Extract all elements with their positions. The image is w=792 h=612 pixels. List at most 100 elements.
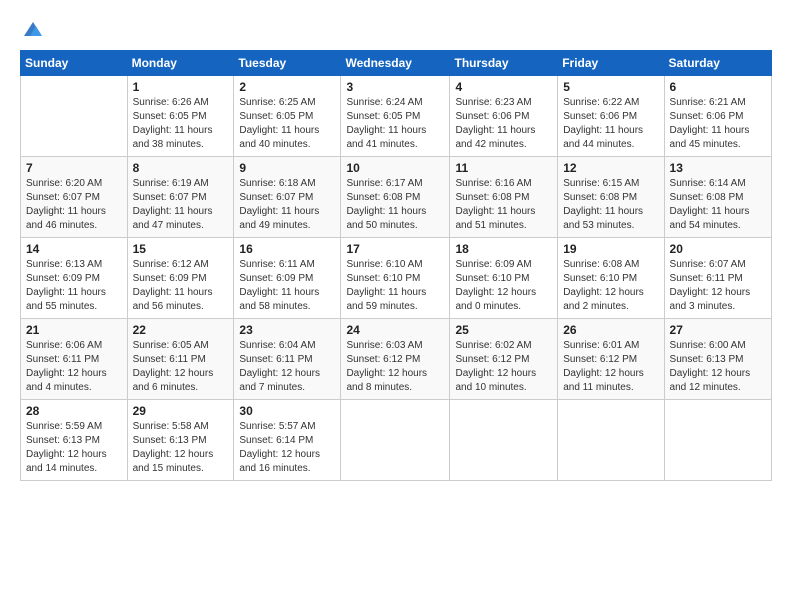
day-number: 28 [26,404,122,418]
day-info: Sunrise: 6:24 AM Sunset: 6:05 PM Dayligh… [346,96,444,152]
day-info: Sunrise: 6:08 AM Sunset: 6:10 PM Dayligh… [563,258,658,314]
day-info: Sunrise: 6:16 AM Sunset: 6:08 PM Dayligh… [455,177,552,233]
calendar-cell: 15 Sunrise: 6:12 AM Sunset: 6:09 PM Dayli… [127,238,234,319]
day-info: Sunrise: 5:58 AM Sunset: 6:13 PM Dayligh… [133,420,229,476]
day-number: 30 [239,404,335,418]
day-number: 12 [563,161,658,175]
calendar-cell: 7Sunrise: 6:20 AM Sunset: 6:07 PM Daylig… [21,157,128,238]
calendar-cell: 8Sunrise: 6:19 AM Sunset: 6:07 PM Daylig… [127,157,234,238]
day-number: 4 [455,80,552,94]
calendar-cell: 12 Sunrise: 6:15 AM Sunset: 6:08 PM Dayli… [558,157,664,238]
day-number: 15 [133,242,229,256]
day-info: Sunrise: 6:23 AM Sunset: 6:06 PM Dayligh… [455,96,552,152]
day-info: Sunrise: 6:22 AM Sunset: 6:06 PM Dayligh… [563,96,658,152]
day-number: 19 [563,242,658,256]
day-info: Sunrise: 6:02 AM Sunset: 6:12 PM Dayligh… [455,339,552,395]
logo [20,18,44,40]
day-info: Sunrise: 6:05 AM Sunset: 6:11 PM Dayligh… [133,339,229,395]
calendar-cell: 27 Sunrise: 6:00 AM Sunset: 6:13 PM Dayli… [664,319,771,400]
calendar-cell [558,400,664,481]
day-info: Sunrise: 5:59 AM Sunset: 6:13 PM Dayligh… [26,420,122,476]
calendar-week-row: 7Sunrise: 6:20 AM Sunset: 6:07 PM Daylig… [21,157,772,238]
day-number: 18 [455,242,552,256]
day-info: Sunrise: 6:04 AM Sunset: 6:11 PM Dayligh… [239,339,335,395]
day-info: Sunrise: 6:13 AM Sunset: 6:09 PM Dayligh… [26,258,122,314]
day-number: 24 [346,323,444,337]
calendar-cell: 13 Sunrise: 6:14 AM Sunset: 6:08 PM Dayli… [664,157,771,238]
day-info: Sunrise: 6:26 AM Sunset: 6:05 PM Dayligh… [133,96,229,152]
weekday-header: Wednesday [341,51,450,76]
weekday-header: Friday [558,51,664,76]
day-number: 26 [563,323,658,337]
day-info: Sunrise: 6:18 AM Sunset: 6:07 PM Dayligh… [239,177,335,233]
day-info: Sunrise: 5:57 AM Sunset: 6:14 PM Dayligh… [239,420,335,476]
calendar-week-row: 1 Sunrise: 6:26 AM Sunset: 6:05 PM Daylig… [21,76,772,157]
calendar-cell: 1 Sunrise: 6:26 AM Sunset: 6:05 PM Daylig… [127,76,234,157]
day-info: Sunrise: 6:17 AM Sunset: 6:08 PM Dayligh… [346,177,444,233]
weekday-header: Saturday [664,51,771,76]
day-info: Sunrise: 6:11 AM Sunset: 6:09 PM Dayligh… [239,258,335,314]
day-info: Sunrise: 6:03 AM Sunset: 6:12 PM Dayligh… [346,339,444,395]
day-info: Sunrise: 6:00 AM Sunset: 6:13 PM Dayligh… [670,339,766,395]
day-number: 9 [239,161,335,175]
day-info: Sunrise: 6:20 AM Sunset: 6:07 PM Dayligh… [26,177,122,233]
day-info: Sunrise: 6:01 AM Sunset: 6:12 PM Dayligh… [563,339,658,395]
day-number: 13 [670,161,766,175]
calendar-cell: 2 Sunrise: 6:25 AM Sunset: 6:05 PM Daylig… [234,76,341,157]
calendar-cell: 18 Sunrise: 6:09 AM Sunset: 6:10 PM Dayli… [450,238,558,319]
header [20,18,772,40]
calendar-cell: 30 Sunrise: 5:57 AM Sunset: 6:14 PM Dayli… [234,400,341,481]
day-info: Sunrise: 6:12 AM Sunset: 6:09 PM Dayligh… [133,258,229,314]
calendar-cell: 23 Sunrise: 6:04 AM Sunset: 6:11 PM Dayli… [234,319,341,400]
weekday-header: Thursday [450,51,558,76]
calendar-cell [664,400,771,481]
day-info: Sunrise: 6:15 AM Sunset: 6:08 PM Dayligh… [563,177,658,233]
day-info: Sunrise: 6:06 AM Sunset: 6:11 PM Dayligh… [26,339,122,395]
calendar-cell: 28 Sunrise: 5:59 AM Sunset: 6:13 PM Dayli… [21,400,128,481]
page: SundayMondayTuesdayWednesdayThursdayFrid… [0,0,792,612]
calendar-cell: 6 Sunrise: 6:21 AM Sunset: 6:06 PM Daylig… [664,76,771,157]
weekday-header: Sunday [21,51,128,76]
calendar-cell [450,400,558,481]
day-number: 25 [455,323,552,337]
day-number: 2 [239,80,335,94]
day-info: Sunrise: 6:07 AM Sunset: 6:11 PM Dayligh… [670,258,766,314]
day-number: 6 [670,80,766,94]
calendar-cell: 16 Sunrise: 6:11 AM Sunset: 6:09 PM Dayli… [234,238,341,319]
calendar-cell: 9 Sunrise: 6:18 AM Sunset: 6:07 PM Daylig… [234,157,341,238]
logo-icon [22,18,44,40]
calendar-cell: 24 Sunrise: 6:03 AM Sunset: 6:12 PM Dayli… [341,319,450,400]
weekday-header: Monday [127,51,234,76]
calendar-cell: 21 Sunrise: 6:06 AM Sunset: 6:11 PM Dayli… [21,319,128,400]
day-info: Sunrise: 6:10 AM Sunset: 6:10 PM Dayligh… [346,258,444,314]
day-number: 17 [346,242,444,256]
calendar-cell: 14 Sunrise: 6:13 AM Sunset: 6:09 PM Dayli… [21,238,128,319]
calendar-week-row: 14 Sunrise: 6:13 AM Sunset: 6:09 PM Dayli… [21,238,772,319]
day-number: 3 [346,80,444,94]
day-info: Sunrise: 6:14 AM Sunset: 6:08 PM Dayligh… [670,177,766,233]
day-number: 29 [133,404,229,418]
calendar-cell: 17 Sunrise: 6:10 AM Sunset: 6:10 PM Dayli… [341,238,450,319]
day-number: 8 [133,161,229,175]
calendar-cell [21,76,128,157]
day-info: Sunrise: 6:21 AM Sunset: 6:06 PM Dayligh… [670,96,766,152]
day-number: 20 [670,242,766,256]
calendar-cell [341,400,450,481]
day-number: 1 [133,80,229,94]
calendar: SundayMondayTuesdayWednesdayThursdayFrid… [20,50,772,481]
day-number: 22 [133,323,229,337]
day-info: Sunrise: 6:25 AM Sunset: 6:05 PM Dayligh… [239,96,335,152]
calendar-cell: 11 Sunrise: 6:16 AM Sunset: 6:08 PM Dayli… [450,157,558,238]
day-number: 11 [455,161,552,175]
calendar-cell: 29 Sunrise: 5:58 AM Sunset: 6:13 PM Dayli… [127,400,234,481]
day-number: 16 [239,242,335,256]
calendar-cell: 3 Sunrise: 6:24 AM Sunset: 6:05 PM Daylig… [341,76,450,157]
day-info: Sunrise: 6:09 AM Sunset: 6:10 PM Dayligh… [455,258,552,314]
day-number: 14 [26,242,122,256]
day-number: 21 [26,323,122,337]
day-number: 27 [670,323,766,337]
calendar-week-row: 21 Sunrise: 6:06 AM Sunset: 6:11 PM Dayli… [21,319,772,400]
calendar-cell: 4 Sunrise: 6:23 AM Sunset: 6:06 PM Daylig… [450,76,558,157]
calendar-cell: 20 Sunrise: 6:07 AM Sunset: 6:11 PM Dayli… [664,238,771,319]
day-number: 23 [239,323,335,337]
